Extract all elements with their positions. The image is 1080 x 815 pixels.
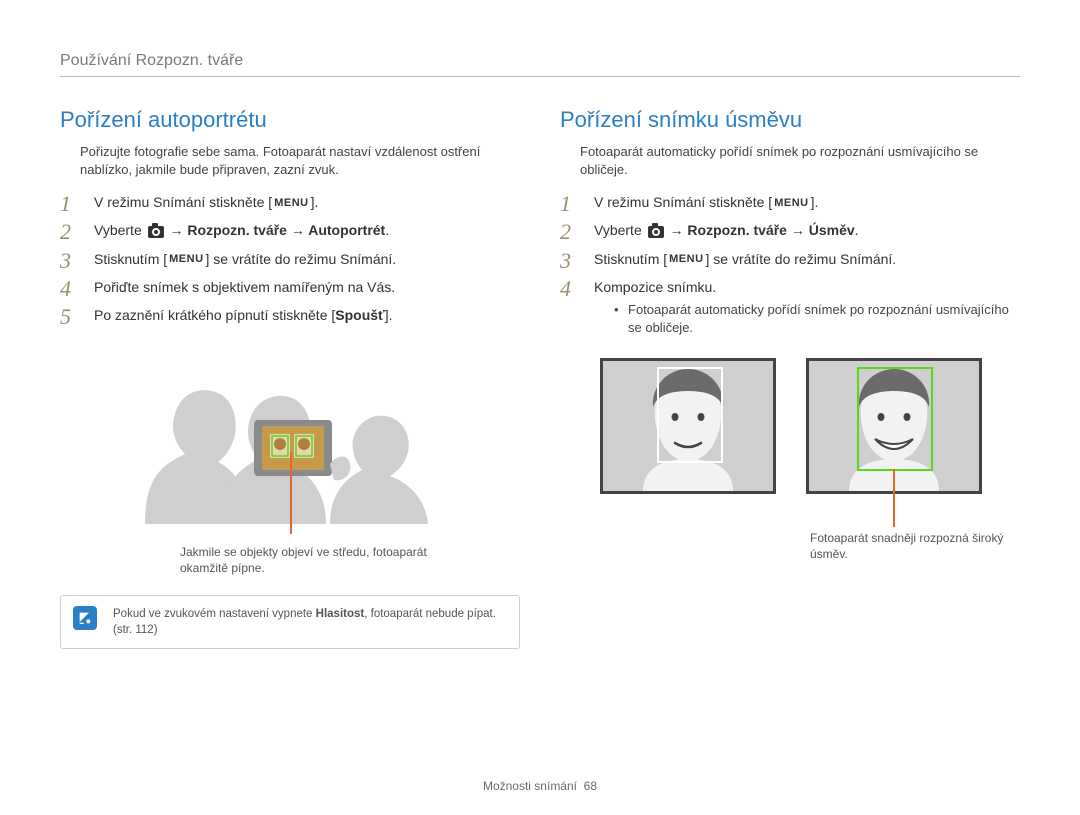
camera-icon <box>648 226 664 238</box>
note-text: Pokud ve zvukovém nastavení vypnete <box>113 608 316 620</box>
steps-right: 1 V režimu Snímání stiskněte [MENU]. 2 V… <box>560 192 1020 338</box>
step-1: 1 V režimu Snímání stiskněte [MENU]. <box>560 192 1020 212</box>
step-text: ] se vrátíte do režimu Snímání. <box>206 251 397 267</box>
step-number: 4 <box>560 273 586 305</box>
footer-page: 68 <box>584 779 597 793</box>
step-text: ]. <box>811 194 819 210</box>
step-text: Vyberte <box>594 222 646 238</box>
right-column: Pořízení snímku úsměvu Fotoaparát automa… <box>560 107 1020 649</box>
step-2: 2 Vyberte → Rozpozn. tváře → Úsměv. <box>560 220 1020 240</box>
step-text: . <box>855 222 859 238</box>
step-text: Stisknutím [ <box>594 251 667 267</box>
menu-icon: MENU <box>272 198 310 209</box>
step-4: 4 Kompozice snímku. Fotoaparát automatic… <box>560 277 1020 338</box>
step-1: 1 V režimu Snímání stiskněte [MENU]. <box>60 192 520 212</box>
step-2: 2 Vyberte → Rozpozn. tváře → Autoportrét… <box>60 220 520 240</box>
step-number: 4 <box>60 273 86 305</box>
illustration-smile-row <box>600 358 1020 494</box>
note-bold: Hlasitost <box>316 608 365 620</box>
step-number: 1 <box>560 188 586 220</box>
intro-left: Pořizujte fotografie sebe sama. Fotoapar… <box>80 143 520 178</box>
menu-icon: MENU <box>667 254 705 265</box>
step-text: ]. <box>385 307 393 323</box>
step-5: 5 Po zaznění krátkého pípnutí stiskněte … <box>60 305 520 325</box>
face-detect-box <box>657 367 723 463</box>
step-bold: → Rozpozn. tváře → Úsměv <box>666 222 855 238</box>
step-text: . <box>385 222 389 238</box>
step-number: 3 <box>60 245 86 277</box>
caption-left: Jakmile se objekty objeví ve středu, fot… <box>180 544 440 578</box>
step-number: 2 <box>60 216 86 248</box>
step-4: 4 Pořiďte snímek s objektivem namířeným … <box>60 277 520 297</box>
face-frame-neutral <box>600 358 776 494</box>
step-bold: Spoušť <box>335 307 385 323</box>
step-number: 5 <box>60 301 86 333</box>
section-title-right: Pořízení snímku úsměvu <box>560 107 1020 133</box>
step-bold: → Rozpozn. tváře → Autoportrét <box>166 222 386 238</box>
step-text: Kompozice snímku. <box>594 279 716 295</box>
step-text: Pořiďte snímek s objektivem namířeným na… <box>94 279 395 295</box>
caption-right: Fotoaparát snadněji rozpozná široký úsmě… <box>810 530 1020 564</box>
left-column: Pořízení autoportrétu Pořizujte fotograf… <box>60 107 520 649</box>
sub-bullets: Fotoaparát automaticky pořídí snímek po … <box>614 301 1020 337</box>
step-3: 3 Stisknutím [MENU] se vrátíte do režimu… <box>560 249 1020 269</box>
face-frame-smile <box>806 358 982 494</box>
smile-detect-box <box>857 367 933 471</box>
illustration-selfie <box>130 344 450 534</box>
breadcrumb: Používání Rozpozn. tváře <box>60 52 1020 77</box>
camera-icon <box>148 226 164 238</box>
page: Používání Rozpozn. tváře Pořízení autopo… <box>0 0 1080 815</box>
section-title-left: Pořízení autoportrétu <box>60 107 520 133</box>
steps-left: 1 V režimu Snímání stiskněte [MENU]. 2 V… <box>60 192 520 325</box>
step-number: 3 <box>560 245 586 277</box>
page-footer: Možnosti snímání 68 <box>0 779 1080 793</box>
step-text: Vyberte <box>94 222 146 238</box>
menu-icon: MENU <box>772 198 810 209</box>
sub-bullet: Fotoaparát automaticky pořídí snímek po … <box>614 301 1020 337</box>
step-number: 1 <box>60 188 86 220</box>
step-text: V režimu Snímání stiskněte [ <box>594 194 772 210</box>
pointer-line <box>290 452 292 534</box>
footer-label: Možnosti snímání <box>483 779 577 793</box>
step-text: Stisknutím [ <box>94 251 167 267</box>
note-icon <box>73 606 97 630</box>
step-text: ] se vrátíte do režimu Snímání. <box>706 251 897 267</box>
content-columns: Pořízení autoportrétu Pořizujte fotograf… <box>60 107 1020 649</box>
step-number: 2 <box>560 216 586 248</box>
menu-icon: MENU <box>167 254 205 265</box>
intro-right: Fotoaparát automaticky pořídí snímek po … <box>580 143 1020 178</box>
step-3: 3 Stisknutím [MENU] se vrátíte do režimu… <box>60 249 520 269</box>
step-text: V režimu Snímání stiskněte [ <box>94 194 272 210</box>
note-box: Pokud ve zvukovém nastavení vypnete Hlas… <box>60 595 520 649</box>
step-text: ]. <box>311 194 319 210</box>
step-text: Po zaznění krátkého pípnutí stiskněte [ <box>94 307 335 323</box>
pointer-line <box>893 469 895 527</box>
